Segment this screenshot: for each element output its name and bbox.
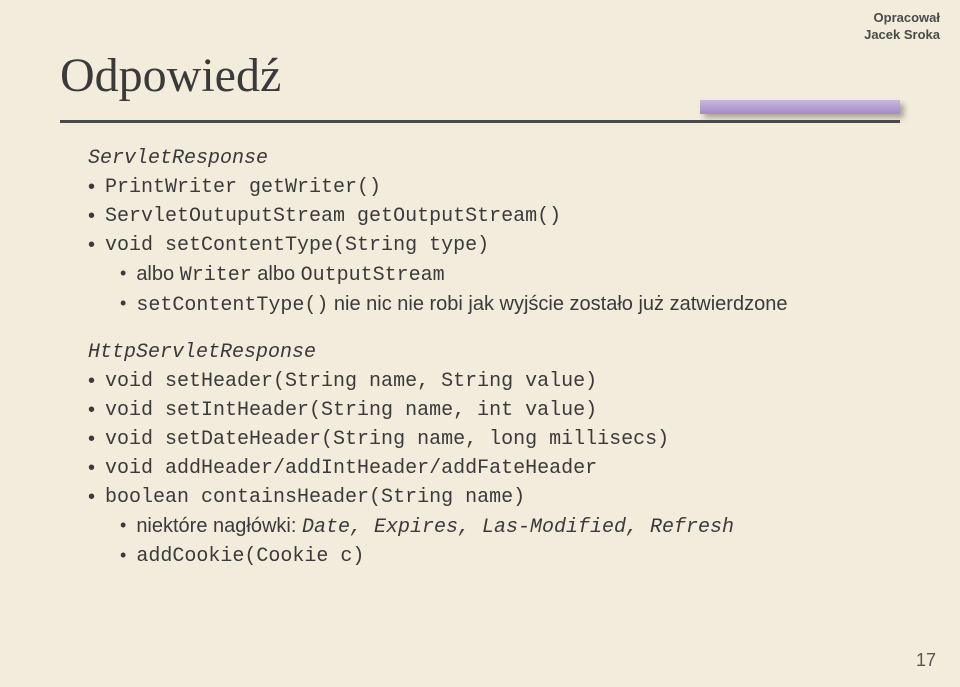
sub-bullet-row: niektóre nagłówki: Date, Expires, Las-Mo…	[120, 512, 900, 542]
section-heading-1: ServletResponse	[88, 144, 900, 173]
sub-text: albo	[252, 263, 301, 285]
bullet-text: void setDateHeader(String name, long mil…	[105, 425, 669, 454]
section-heading-2: HttpServletResponse	[88, 338, 900, 367]
inline-code: setContentType()	[136, 294, 328, 317]
inline-code: OutputStream	[301, 264, 445, 287]
inline-code: Date, Expires, Las-Modified, Refresh	[302, 516, 734, 539]
credit-line-1: Opracował	[864, 10, 940, 27]
page-number: 17	[916, 650, 936, 671]
bullet-text: void addHeader/addIntHeader/addFateHeade…	[105, 454, 597, 483]
inline-code: Writer	[180, 264, 252, 287]
bullet-text: void setIntHeader(String name, int value…	[105, 396, 597, 425]
sub-text: niektóre nagłówki:	[136, 515, 302, 537]
slide-title: Odpowiedź	[60, 48, 281, 103]
bullet-text: PrintWriter getWriter()	[105, 173, 381, 202]
bullet-text: boolean containsHeader(String name)	[105, 483, 525, 512]
sub-bullet-row: setContentType() nie nic nie robi jak wy…	[120, 290, 900, 320]
bullet-text: ServletOutuputStream getOutputStream()	[105, 202, 561, 231]
sub-bullet-row: addCookie(Cookie c)	[120, 542, 900, 571]
horizontal-rule	[60, 120, 900, 123]
sub-bullet-row: albo Writer albo OutputStream	[120, 260, 900, 290]
bullet-text: void setHeader(String name, String value…	[105, 367, 597, 396]
inline-code: addCookie(Cookie c)	[136, 542, 364, 571]
sub-text: nie nic nie robi jak wyjście zostało już…	[328, 293, 787, 315]
credit-block: Opracował Jacek Sroka	[864, 10, 940, 44]
credit-line-2: Jacek Sroka	[864, 27, 940, 44]
slide-content: ServletResponse PrintWriter getWriter() …	[88, 144, 900, 571]
sub-text: albo	[136, 263, 179, 285]
decorative-bar	[700, 100, 900, 114]
bullet-text: void setContentType(String type)	[105, 231, 489, 260]
